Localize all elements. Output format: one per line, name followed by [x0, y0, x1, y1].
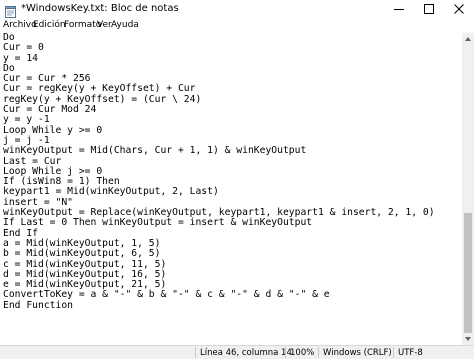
code-line: Do [3, 33, 15, 43]
minimize-icon [394, 9, 404, 10]
minimize-button[interactable] [384, 0, 414, 18]
scroll-thumb[interactable] [464, 213, 472, 333]
status-separator [318, 347, 319, 358]
encoding: UTF-8 [398, 348, 423, 358]
scroll-down-button[interactable] [462, 333, 474, 345]
editor-text[interactable]: Do Cur = 0y = 14 Do Cur = Cur * 256 Cur = re… [3, 33, 435, 311]
code-line: b = Mid(winKeyOutput, 6, 5) [3, 248, 161, 260]
status-bar: Línea 46, columna 14 100% Windows (CRLF)… [0, 345, 474, 359]
close-icon [454, 4, 464, 14]
zoom-level: 100% [290, 348, 315, 358]
code-line: Cur = 0 [3, 42, 44, 54]
menu-ayuda[interactable]: Ayuda [111, 19, 139, 32]
menu-edicion[interactable]: Edición [33, 19, 66, 32]
code-line: Loop While y >= 0 [3, 124, 103, 136]
code-line: If Last = 0 Then winKeyOutput = insert &… [3, 217, 313, 229]
window-title: *WindowsKey.txt: Bloc de notas [21, 3, 179, 14]
menu-formato[interactable]: Formato [64, 19, 101, 32]
status-separator [393, 347, 394, 358]
menu-bar: Archivo Edición Formato Ver Ayuda [0, 18, 474, 33]
scroll-up-button[interactable] [462, 33, 474, 45]
code-line: winKeyOutput = Mid(Chars, Cur + 1, 1) & … [3, 145, 307, 157]
code-line: y = 14 [3, 52, 38, 64]
maximize-button[interactable] [414, 0, 444, 18]
menu-ver[interactable]: Ver [97, 19, 112, 32]
status-separator [195, 347, 196, 358]
title-bar: *WindowsKey.txt: Bloc de notas [0, 0, 474, 18]
close-button[interactable] [444, 0, 474, 18]
notepad-icon [5, 3, 16, 18]
code-line: End Function [3, 299, 73, 311]
vertical-scrollbar[interactable] [462, 33, 474, 345]
status-separator [285, 347, 286, 358]
menu-archivo[interactable]: Archivo [3, 19, 37, 32]
line-ending: Windows (CRLF) [323, 348, 392, 358]
text-editor[interactable]: Do Cur = 0y = 14 Do Cur = Cur * 256 Cur = re… [0, 33, 462, 345]
cursor-position: Línea 46, columna 14 [200, 348, 292, 358]
maximize-icon [424, 4, 434, 14]
arrow-up-icon [465, 37, 471, 41]
code-line: Cur = Cur Mod 24 [3, 104, 97, 116]
arrow-down-icon [465, 337, 471, 341]
